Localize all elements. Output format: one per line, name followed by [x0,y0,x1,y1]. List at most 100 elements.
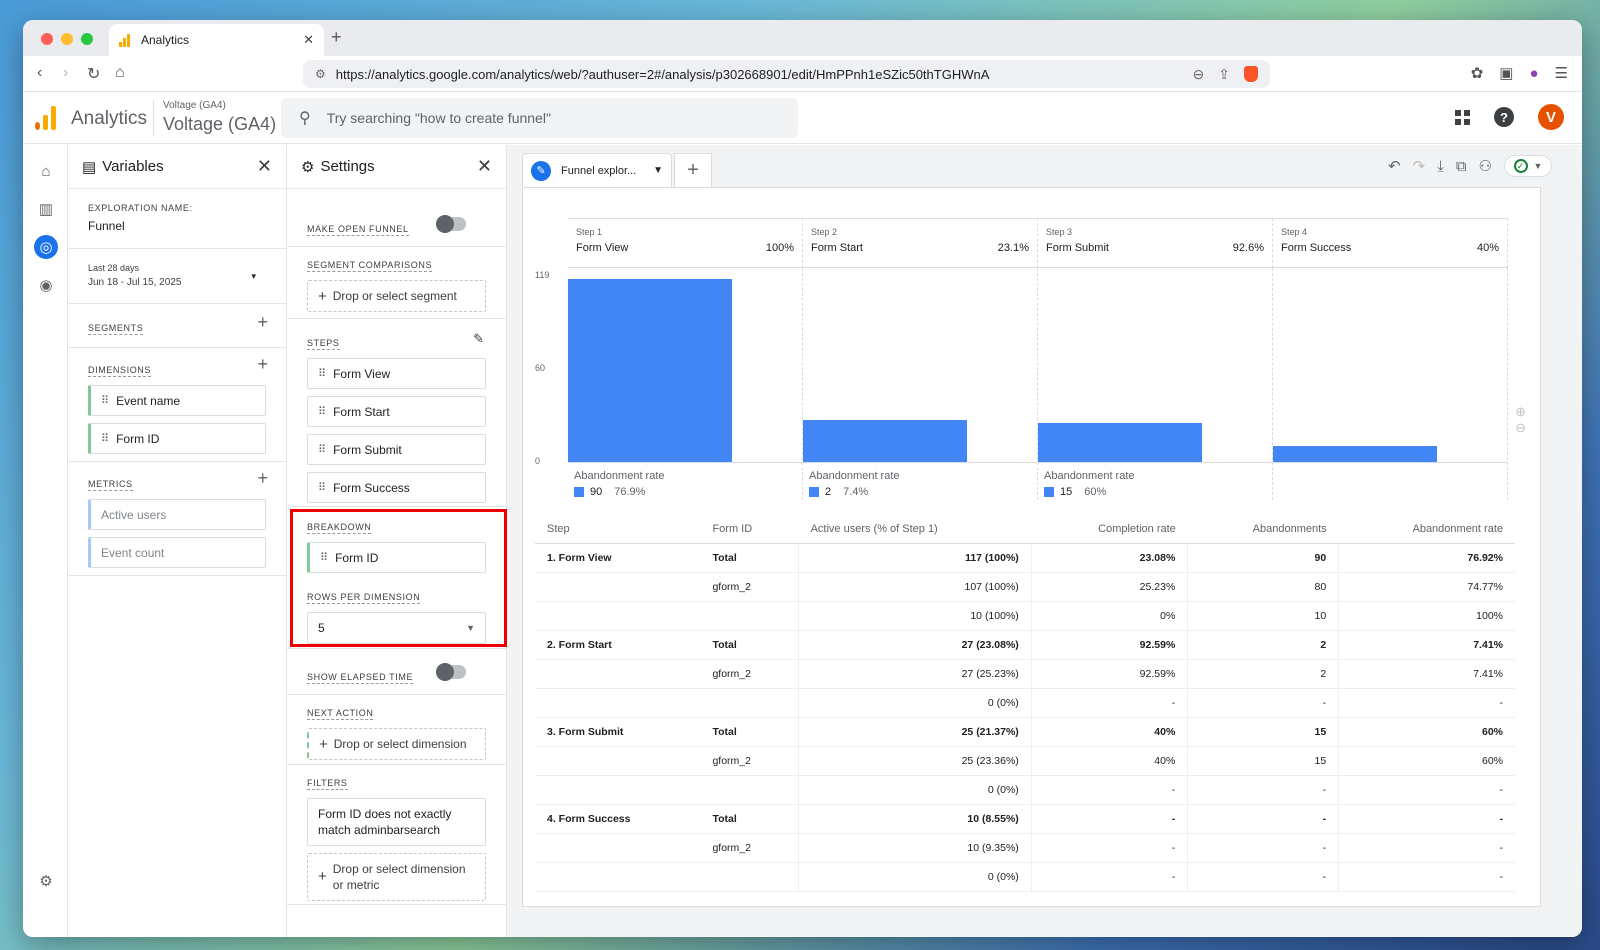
advertising-nav-icon[interactable]: ◉ [34,273,58,297]
table-header[interactable]: Abandonments [1187,515,1339,544]
site-settings-icon[interactable]: ⚙ [315,67,326,81]
add-tab-button[interactable]: + [674,153,712,187]
table-row[interactable]: gform_2 107 (100%) 25.23% 80 74.77% [535,572,1515,602]
table-row[interactable]: 3. Form Submit Total 25 (21.37%) 40% 15 60% [535,717,1515,747]
elapsed-time-toggle[interactable] [436,663,466,681]
dimension-chip[interactable]: ⠿ Form ID [88,423,266,454]
open-funnel-toggle[interactable] [436,215,466,233]
step-chip[interactable]: ⠿ Form Submit [307,434,486,465]
home-icon[interactable]: ⌂ [115,64,125,82]
address-bar[interactable]: ⚙ https://analytics.google.com/analytics… [303,60,1270,88]
apps-grid-icon[interactable] [1455,109,1470,125]
table-header[interactable]: Abandonment rate [1338,515,1515,544]
reader-icon[interactable]: ▣ [1499,64,1513,82]
next-action-drop-zone[interactable]: + Drop or select dimension [307,728,486,760]
home-nav-icon[interactable]: ⌂ [34,159,58,183]
table-header[interactable]: Step [535,515,701,544]
minimize-window-button[interactable] [61,33,73,45]
add-segment-icon[interactable]: + [257,312,268,333]
table-row[interactable]: gform_2 10 (9.35%) - - - [535,833,1515,863]
tab-dropdown-icon[interactable]: ▼ [653,165,663,176]
table-header[interactable]: Completion rate [1031,515,1188,544]
table-row[interactable]: 0 (0%) - - - [535,775,1515,805]
property-selector[interactable]: Voltage (GA4) [163,114,276,135]
drag-handle-icon[interactable]: ⠿ [318,405,326,418]
filter-chip[interactable]: Form ID does not exactly match adminbars… [307,798,486,846]
metric-chip[interactable]: Active users [88,499,266,530]
drag-handle-icon[interactable]: ⠿ [318,481,326,494]
explore-nav-icon[interactable]: ◎ [34,235,58,259]
drag-handle-icon[interactable]: ⠿ [101,394,109,407]
filter-drop-zone[interactable]: + Drop or select dimension or metric [307,853,486,901]
maximize-window-button[interactable] [81,33,93,45]
rows-per-dimension-select[interactable]: 5 ▼ [307,612,486,644]
step-chip[interactable]: ⠿ Form Success [307,472,486,503]
reports-nav-icon[interactable]: ▥ [34,197,58,221]
table-row[interactable]: 0 (0%) - - - [535,688,1515,718]
zoom-in-icon[interactable]: ⊕ [1515,404,1526,420]
share-user-icon[interactable]: ⚇ [1479,157,1492,175]
edit-steps-pencil-icon[interactable]: ✎ [473,331,484,347]
add-dimension-icon[interactable]: + [257,354,268,375]
drag-handle-icon[interactable]: ⠿ [101,432,109,445]
property-account[interactable]: Voltage (GA4) [163,100,226,111]
abandonment-info: Abandonment rate 15 60% [1044,470,1135,498]
funnel-bar[interactable] [1038,422,1202,462]
close-window-button[interactable] [41,33,53,45]
close-tab-icon[interactable]: ✕ [303,32,314,48]
breakdown-chip[interactable]: ⠿ Form ID [307,542,486,573]
step-chip[interactable]: ⠿ Form Start [307,396,486,427]
move-folder-icon[interactable]: ⧉ [1456,158,1467,175]
brave-shield-icon[interactable] [1244,65,1258,82]
table-row[interactable]: gform_2 25 (23.36%) 40% 15 60% [535,746,1515,776]
segment-drop-zone[interactable]: + Drop or select segment [307,280,486,312]
drag-handle-icon[interactable]: ⠿ [320,551,328,564]
help-icon[interactable]: ? [1494,107,1514,127]
status-indicator[interactable]: ✓ ▼ [1504,155,1552,177]
exploration-name-input[interactable]: Funnel [88,219,266,233]
drag-handle-icon[interactable]: ⠿ [318,367,326,380]
zoom-out-icon[interactable]: ⊖ [1515,420,1526,436]
search-bar[interactable]: ⚲ Try searching "how to create funnel" [281,98,798,138]
profile-icon[interactable]: ● [1529,65,1538,82]
metric-chip[interactable]: Event count [88,537,266,568]
redo-icon[interactable]: ↷ [1413,157,1426,175]
abandonment-info: Abandonment rate 90 76.9% [574,470,665,498]
drag-handle-icon[interactable]: ⠿ [318,443,326,456]
back-icon[interactable]: ‹ [37,64,42,82]
table-header[interactable]: Form ID [700,515,799,544]
add-metric-icon[interactable]: + [257,468,268,489]
undo-icon[interactable]: ↶ [1388,157,1401,175]
zoom-icon[interactable]: ⊖ [1193,66,1205,83]
close-variables-icon[interactable]: ✕ [257,156,272,177]
table-row[interactable]: 10 (100%) 0% 10 100% [535,601,1515,631]
open-funnel-label: MAKE OPEN FUNNEL [307,224,409,236]
date-dropdown-icon[interactable]: ▾ [251,271,256,282]
table-header[interactable]: Active users (% of Step 1) [798,515,1032,544]
funnel-bar[interactable] [568,279,732,462]
menu-icon[interactable]: ☰ [1555,64,1568,82]
step-chip[interactable]: ⠿ Form View [307,358,486,389]
table-cell: gform_2 [700,746,799,776]
date-range-picker[interactable]: Last 28 days Jun 18 - Jul 15, 2025 ▾ [68,249,286,304]
close-settings-icon[interactable]: ✕ [477,156,492,177]
table-row[interactable]: 2. Form Start Total 27 (23.08%) 92.59% 2 7.41… [535,630,1515,660]
table-cell [700,688,799,718]
download-icon[interactable]: ⤓ [1437,158,1444,175]
table-row[interactable]: 1. Form View Total 117 (100%) 23.08% 90 76.92… [535,543,1515,573]
admin-gear-icon[interactable]: ⚙ [34,869,58,893]
avatar[interactable]: V [1538,104,1564,130]
new-tab-button[interactable]: + [331,27,342,48]
table-row[interactable]: 4. Form Success Total 10 (8.55%) - - - [535,804,1515,834]
dimension-chip[interactable]: ⠿ Event name [88,385,266,416]
funnel-bar[interactable] [803,419,967,462]
table-row[interactable]: gform_2 27 (25.23%) 92.59% 2 7.41% [535,659,1515,689]
browser-tab[interactable]: Analytics ✕ [109,24,324,56]
table-row[interactable]: 0 (0%) - - - [535,862,1515,892]
funnel-bar[interactable] [1273,446,1437,462]
extensions-icon[interactable]: ✿ [1471,64,1484,82]
reload-icon[interactable]: ↻ [87,64,100,84]
forward-icon[interactable]: › [63,64,68,82]
exploration-tab[interactable]: ✎ Funnel explor... ▼ [522,153,672,187]
share-icon[interactable]: ⇪ [1218,66,1230,83]
